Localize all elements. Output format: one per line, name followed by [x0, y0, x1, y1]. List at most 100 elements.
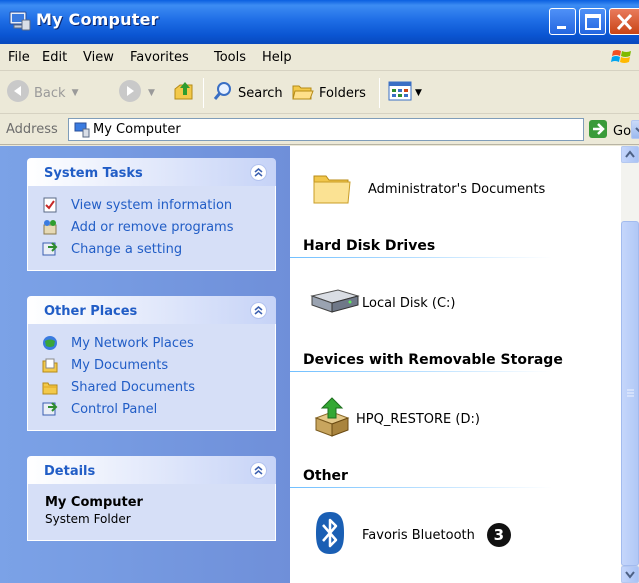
- link-label: Add or remove programs: [71, 219, 234, 235]
- chevron-down-icon: ▼: [71, 88, 79, 98]
- folders-icon: [291, 80, 315, 106]
- up-folder-button[interactable]: [172, 80, 196, 106]
- callout-badge: 3: [486, 523, 511, 547]
- change-a-setting-link[interactable]: Change a setting: [28, 238, 275, 260]
- details-item-name: My Computer: [45, 495, 143, 510]
- scroll-up-button[interactable]: [621, 146, 639, 163]
- folder-icon: [312, 168, 352, 210]
- control-panel-icon: [42, 401, 58, 417]
- details-title: Details: [44, 464, 96, 479]
- title-bar[interactable]: My Computer: [0, 0, 639, 44]
- group-header-hard-disk-drives: Hard Disk Drives: [303, 238, 436, 254]
- go-button[interactable]: Go: [588, 119, 631, 143]
- favoris-bluetooth-item[interactable]: Favoris Bluetooth 3: [314, 511, 511, 559]
- menu-view[interactable]: View: [83, 50, 114, 65]
- back-arrow-icon: [6, 79, 30, 107]
- address-bar: Address My Computer Go: [0, 115, 639, 145]
- link-label: View system information: [71, 197, 233, 213]
- collapse-icon[interactable]: [250, 462, 267, 479]
- add-remove-programs-link[interactable]: Add or remove programs: [28, 216, 275, 238]
- minimize-button[interactable]: [549, 8, 576, 35]
- back-button[interactable]: Back ▼: [6, 80, 78, 106]
- link-label: My Documents: [71, 357, 169, 373]
- task-pane: System Tasks View system information Add…: [0, 146, 290, 583]
- control-panel-icon: [42, 241, 58, 257]
- toolbar: Back ▼ ▼ Search Folders ▼: [0, 72, 639, 114]
- forward-button[interactable]: ▼: [118, 80, 155, 106]
- link-label: Change a setting: [71, 241, 183, 257]
- administrators-documents-item[interactable]: Administrator's Documents: [312, 168, 545, 210]
- hard-disk-icon: [308, 286, 360, 320]
- my-computer-icon: [8, 10, 32, 32]
- address-input[interactable]: My Computer: [68, 118, 639, 141]
- chevron-down-icon: ▼: [148, 88, 155, 98]
- control-panel-link[interactable]: Control Panel: [28, 398, 275, 420]
- address-label: Address: [6, 122, 58, 137]
- folder-icon: [42, 379, 58, 395]
- maximize-button[interactable]: [579, 8, 606, 35]
- menu-file[interactable]: File: [8, 50, 30, 65]
- menu-favorites[interactable]: Favorites: [130, 50, 189, 65]
- network-places-icon: [42, 335, 58, 351]
- details-item-type: System Folder: [45, 512, 131, 526]
- menu-help[interactable]: Help: [262, 50, 292, 65]
- address-value: My Computer: [93, 122, 181, 137]
- group-divider: [290, 371, 552, 372]
- other-places-title: Other Places: [44, 304, 138, 319]
- removable-drive-icon: [312, 396, 352, 442]
- content-pane: Administrator's Documents Hard Disk Driv…: [290, 146, 621, 583]
- window-title: My Computer: [36, 10, 159, 29]
- folders-label: Folders: [319, 85, 366, 101]
- collapse-icon[interactable]: [250, 164, 267, 181]
- shared-documents-link[interactable]: Shared Documents: [28, 376, 275, 398]
- system-information-icon: [42, 197, 58, 213]
- menu-edit[interactable]: Edit: [42, 50, 67, 65]
- scroll-down-button[interactable]: [621, 566, 639, 583]
- back-label: Back: [34, 85, 66, 101]
- menu-tools[interactable]: Tools: [214, 50, 246, 65]
- close-button[interactable]: [609, 8, 639, 35]
- item-label: Administrator's Documents: [368, 181, 546, 197]
- system-tasks-panel: System Tasks View system information Add…: [27, 158, 276, 271]
- vertical-scrollbar[interactable]: [621, 146, 639, 583]
- windows-logo-icon: [610, 47, 634, 67]
- other-places-panel: Other Places My Network Places My Docume…: [27, 296, 276, 431]
- address-dropdown-button[interactable]: [631, 120, 639, 139]
- menu-bar: File Edit View Favorites Tools Help: [0, 44, 639, 71]
- group-header-other: Other: [303, 468, 348, 484]
- details-header[interactable]: Details: [27, 456, 276, 484]
- views-icon: [387, 80, 413, 106]
- link-label: Shared Documents: [71, 379, 196, 395]
- go-arrow-icon: [588, 119, 608, 143]
- link-label: Control Panel: [71, 401, 158, 417]
- forward-arrow-icon: [118, 79, 142, 107]
- search-label: Search: [238, 85, 283, 101]
- item-label: Favoris Bluetooth: [362, 527, 475, 543]
- bluetooth-icon: [314, 511, 346, 559]
- chevron-down-icon: ▼: [415, 88, 422, 98]
- search-icon: [212, 80, 234, 106]
- group-divider: [290, 257, 552, 258]
- local-disk-c-item[interactable]: Local Disk (C:): [308, 286, 455, 320]
- folders-button[interactable]: Folders: [291, 80, 366, 106]
- hpq-restore-d-item[interactable]: HPQ_RESTORE (D:): [312, 396, 480, 442]
- search-button[interactable]: Search: [212, 80, 283, 106]
- my-computer-icon: [74, 122, 90, 141]
- my-documents-link[interactable]: My Documents: [28, 354, 275, 376]
- views-button[interactable]: ▼: [387, 80, 422, 106]
- item-label: Local Disk (C:): [362, 295, 456, 311]
- scroll-thumb[interactable]: [621, 221, 639, 566]
- collapse-icon[interactable]: [250, 302, 267, 319]
- other-places-header[interactable]: Other Places: [27, 296, 276, 324]
- system-tasks-header[interactable]: System Tasks: [27, 158, 276, 186]
- system-tasks-title: System Tasks: [44, 166, 143, 181]
- view-system-information-link[interactable]: View system information: [28, 194, 275, 216]
- link-label: My Network Places: [71, 335, 194, 351]
- group-divider: [290, 487, 552, 488]
- item-label: HPQ_RESTORE (D:): [356, 411, 480, 427]
- group-header-removable-storage: Devices with Removable Storage: [303, 352, 563, 368]
- go-label: Go: [613, 123, 632, 139]
- my-network-places-link[interactable]: My Network Places: [28, 332, 275, 354]
- my-documents-icon: [42, 357, 58, 373]
- details-panel: Details My Computer System Folder: [27, 456, 276, 541]
